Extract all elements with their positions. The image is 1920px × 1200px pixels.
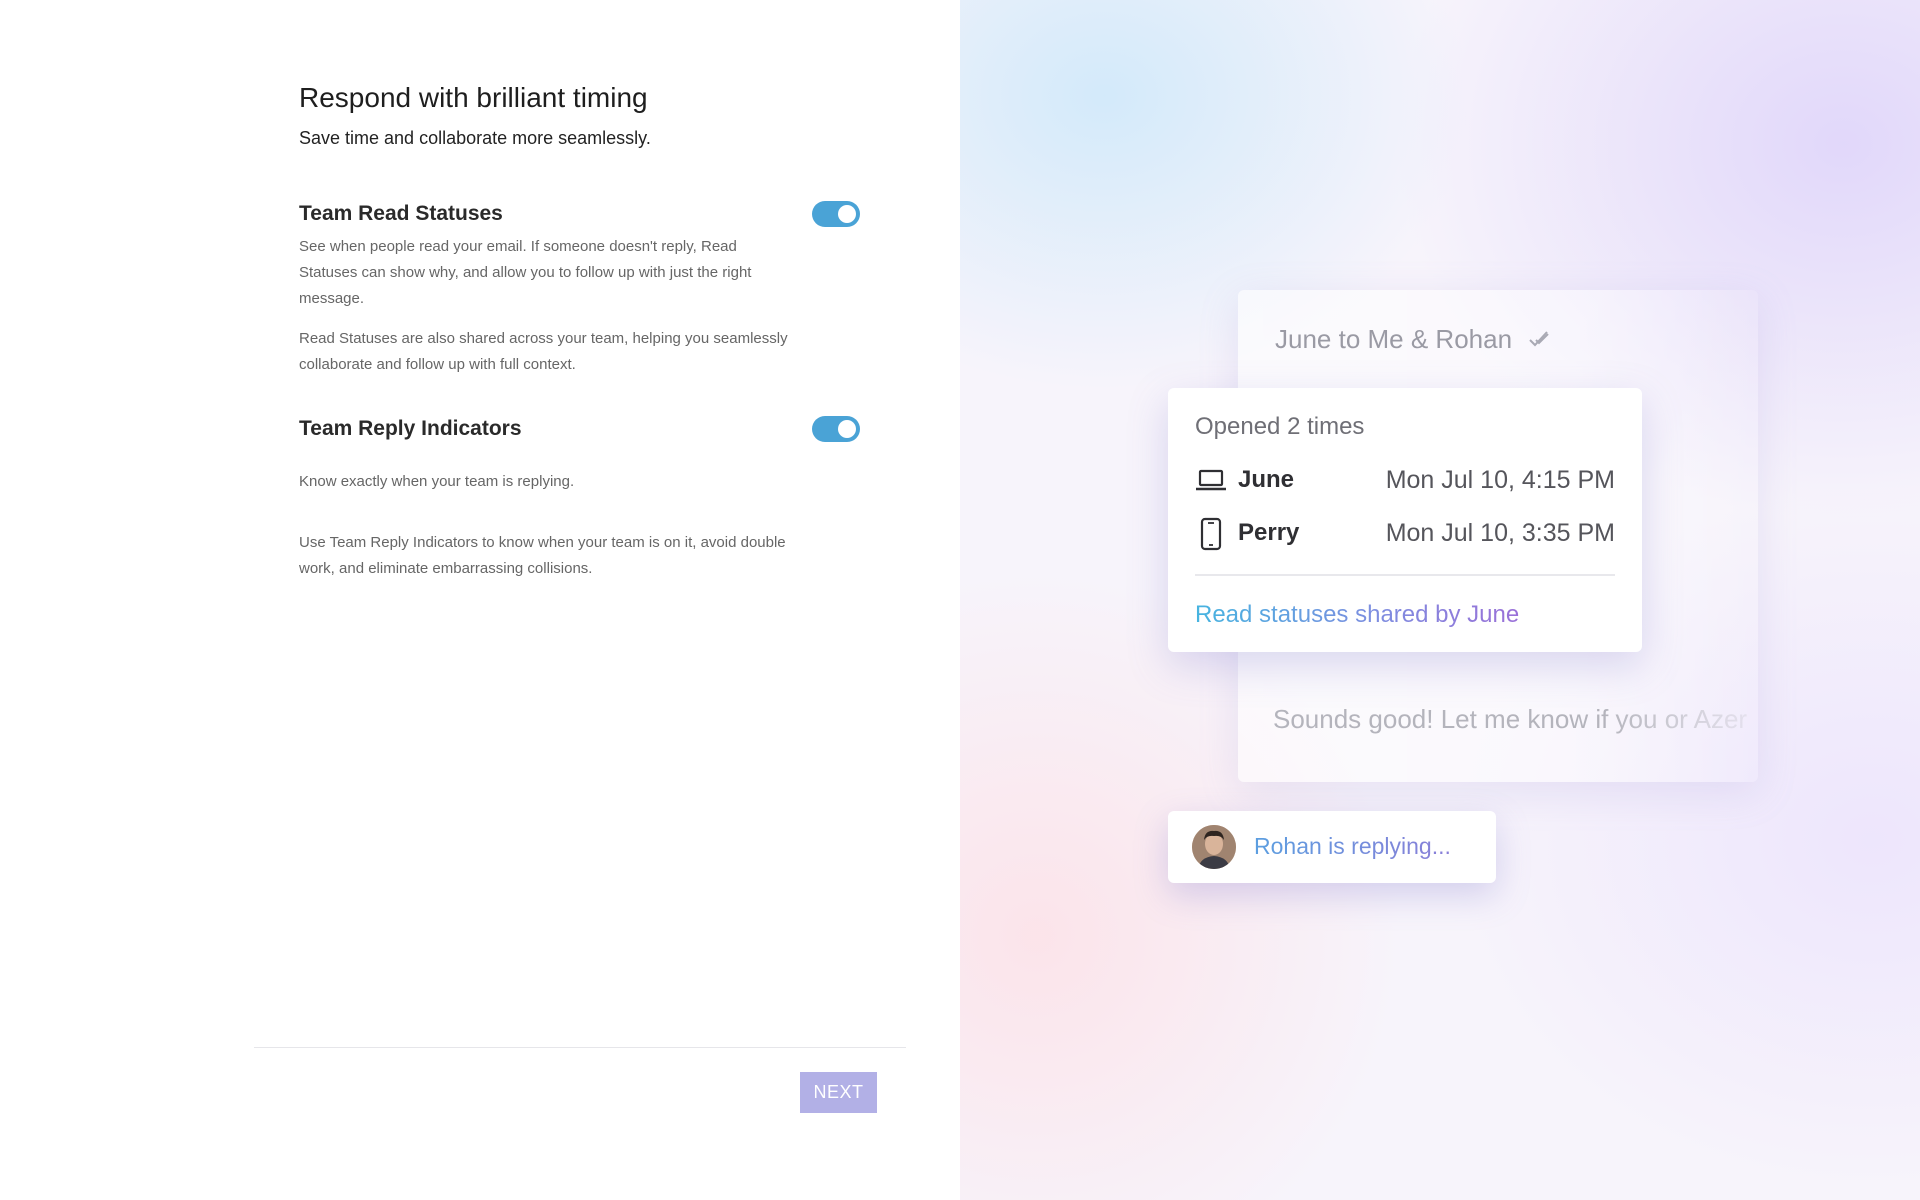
- reply-indicator-card: Rohan is replying...: [1168, 811, 1496, 883]
- next-button[interactable]: NEXT: [800, 1072, 877, 1113]
- reader-name: Perry: [1238, 519, 1300, 546]
- read-statuses-shared-link[interactable]: Read statuses shared by June: [1195, 601, 1519, 629]
- double-check-icon: [1529, 331, 1549, 347]
- page-title: Respond with brilliant timing: [299, 82, 648, 113]
- read-time: Mon Jul 10, 3:35 PM: [1385, 519, 1615, 547]
- page-subtitle: Save time and collaborate more seamlessl…: [299, 128, 651, 148]
- laptop-icon: [1196, 469, 1226, 491]
- thread-header: June to Me & Rohan: [1275, 324, 1513, 354]
- team-read-statuses-description-extra: Read Statuses are also shared across you…: [299, 330, 788, 373]
- reply-preview-text: Sounds good! Let me know if you or Azer: [1273, 704, 1748, 734]
- read-time: Mon Jul 10, 4:15 PM: [1385, 466, 1615, 494]
- toggle-knob: [838, 420, 856, 438]
- team-read-statuses-description: See when people read your email. If some…: [299, 238, 752, 307]
- settings-panel: Respond with brilliant timing Save time …: [0, 0, 960, 1200]
- team-reply-indicators-description-extra: Use Team Reply Indicators to know when y…: [299, 534, 786, 577]
- popup-title: Opened 2 times: [1195, 413, 1365, 440]
- phone-icon: [1200, 517, 1222, 551]
- team-reply-indicators-label: Team Reply Indicators: [299, 417, 522, 440]
- replying-indicator-text: Rohan is replying...: [1254, 833, 1451, 859]
- toggle-knob: [838, 205, 856, 223]
- popup-divider: [1195, 574, 1615, 576]
- team-reply-indicators-toggle[interactable]: [812, 416, 860, 442]
- read-status-popup: Opened 2 times June Mon Jul 10, 4:15 PM …: [1168, 388, 1642, 652]
- team-read-statuses-label: Team Read Statuses: [299, 202, 503, 225]
- team-read-statuses-toggle[interactable]: [812, 201, 860, 227]
- team-reply-indicators-description: Know exactly when your team is replying.: [299, 473, 575, 490]
- footer-divider: [254, 1047, 906, 1048]
- reader-name: June: [1238, 466, 1295, 493]
- avatar: [1192, 825, 1236, 869]
